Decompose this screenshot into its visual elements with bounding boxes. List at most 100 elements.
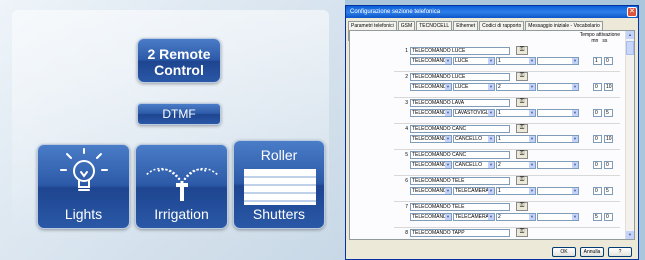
- tab-bar: Parametri telefonici GSM TECNOCELL Ethernet…: [348, 20, 636, 41]
- feature-panel: 2 Remote Control DTMF Lights Irrigation …: [0, 0, 345, 260]
- cancel-button[interactable]: Annulla: [580, 247, 604, 257]
- seconds-input[interactable]: 5: [604, 109, 613, 117]
- tab-gsm[interactable]: GSM: [397, 21, 416, 30]
- minutes-input[interactable]: 5: [593, 213, 602, 221]
- tab-parametri-telefonici[interactable]: Parametri telefonici: [348, 21, 397, 30]
- remote-type-select[interactable]: TELECOMANDO: [410, 187, 452, 195]
- remote-type-select[interactable]: TELECOMANDO: [410, 239, 452, 240]
- remote-extra-select[interactable]: [537, 239, 579, 240]
- remote-target-select[interactable]: CANCELLO: [453, 135, 495, 143]
- remote-control-label-line1: 2 Remote: [147, 46, 211, 62]
- shutters-button[interactable]: Roller Shutters: [233, 140, 325, 229]
- remote-index-select[interactable]: 1: [496, 239, 536, 240]
- dtmf-button[interactable]: DTMF: [137, 103, 221, 125]
- remote-name-input[interactable]: TELECOMANDO CANC: [410, 151, 510, 159]
- tab-codici-di-rapporto[interactable]: Codici di rapporto: [479, 21, 525, 30]
- remote-target-select[interactable]: TELECAMERA: [453, 187, 495, 195]
- minutes-input[interactable]: 4: [593, 239, 602, 240]
- remote-type-select[interactable]: TELECOMANDO: [410, 135, 452, 143]
- remote-extra-select[interactable]: [537, 213, 579, 221]
- key-icon[interactable]: ⚿: [516, 46, 528, 55]
- minutes-input[interactable]: 0: [593, 135, 602, 143]
- lights-button[interactable]: Lights: [37, 144, 130, 229]
- seconds-input[interactable]: 10: [604, 135, 613, 143]
- remote-number: 7: [405, 204, 408, 210]
- help-button[interactable]: ?: [608, 247, 632, 257]
- remote-extra-select[interactable]: [537, 57, 579, 65]
- minutes-input[interactable]: 1: [593, 57, 602, 65]
- remote-control-button[interactable]: 2 Remote Control: [137, 38, 221, 83]
- remote-index-select[interactable]: 2: [496, 213, 536, 221]
- light-bulb-icon: [60, 148, 108, 191]
- irrigation-button[interactable]: Irrigation: [135, 144, 228, 229]
- remote-target-select[interactable]: LUCE: [453, 57, 495, 65]
- remote-index-select[interactable]: 1: [496, 187, 536, 195]
- remote-target-select[interactable]: TAPPARELLA: [453, 239, 495, 240]
- dialog-titlebar[interactable]: Configurazione sezione telefonica ✕: [346, 6, 638, 18]
- remote-index-select[interactable]: 1: [496, 57, 536, 65]
- remote-target-select[interactable]: LUCE: [453, 83, 495, 91]
- remote-extra-select[interactable]: [537, 161, 579, 169]
- scroll-down-icon[interactable]: ▼: [626, 231, 634, 239]
- key-icon[interactable]: ⚿: [516, 150, 528, 159]
- close-icon[interactable]: ✕: [627, 7, 637, 17]
- key-icon[interactable]: ⚿: [516, 72, 528, 81]
- activation-time-header: Tempo attivazione mn ss: [580, 32, 620, 44]
- remote-name-input[interactable]: TELECOMANDO LUCE: [410, 73, 510, 81]
- tab-ethernet[interactable]: Ethernet: [453, 21, 479, 30]
- key-icon[interactable]: ⚿: [516, 124, 528, 133]
- remote-number: 2: [405, 74, 408, 80]
- remote-name-input[interactable]: TELECOMANDO TELE: [410, 203, 510, 211]
- minutes-input[interactable]: 0: [593, 109, 602, 117]
- minutes-input[interactable]: 0: [593, 187, 602, 195]
- scrollbar-thumb[interactable]: [626, 41, 634, 55]
- seconds-input[interactable]: 5: [604, 187, 613, 195]
- remote-extra-select[interactable]: [537, 135, 579, 143]
- seconds-input[interactable]: 0: [604, 161, 613, 169]
- ok-button[interactable]: OK: [552, 247, 576, 257]
- remote-extra-select[interactable]: [537, 109, 579, 117]
- remote-name-input[interactable]: TELECOMANDO LAVA: [410, 99, 510, 107]
- remote-name-input[interactable]: TELECOMANDO TAPP: [410, 229, 510, 237]
- remote-index-select[interactable]: 1: [496, 109, 536, 117]
- key-icon[interactable]: ⚿: [516, 98, 528, 107]
- minutes-input[interactable]: 0: [593, 83, 602, 91]
- remote-extra-select[interactable]: [537, 83, 579, 91]
- key-icon[interactable]: ⚿: [516, 228, 528, 237]
- remote-type-select[interactable]: TELECOMANDO: [410, 213, 452, 221]
- remote-number: 1: [405, 48, 408, 54]
- remote-extra-select[interactable]: [537, 187, 579, 195]
- scroll-up-icon[interactable]: ▲: [626, 31, 634, 39]
- minutes-input[interactable]: 0: [593, 161, 602, 169]
- remote-index-select[interactable]: 2: [496, 161, 536, 169]
- remote-type-select[interactable]: TELECOMANDO: [410, 109, 452, 117]
- irrigation-label: Irrigation: [154, 206, 209, 222]
- seconds-input[interactable]: 10: [604, 83, 613, 91]
- remote-target-select[interactable]: LAVASTOVIGL: [453, 109, 495, 117]
- key-icon[interactable]: ⚿: [516, 176, 528, 185]
- remote-target-select[interactable]: TELECAMERA: [453, 213, 495, 221]
- key-icon[interactable]: ⚿: [516, 202, 528, 211]
- tab-messaggio-iniziale-vocabolario[interactable]: Messaggio iniziale - Vocabolario: [525, 21, 603, 30]
- minutes-column-label: mn: [591, 38, 599, 44]
- seconds-input[interactable]: 0: [604, 57, 613, 65]
- shutters-label: Shutters: [252, 206, 306, 222]
- remote-name-input[interactable]: TELECOMANDO LUCE: [410, 47, 510, 55]
- remote-name-input[interactable]: TELECOMANDO CANC: [410, 125, 510, 133]
- remote-type-select[interactable]: TELECOMANDO: [410, 161, 452, 169]
- remote-name-input[interactable]: TELECOMANDO TELE: [410, 177, 510, 185]
- seconds-input[interactable]: 0: [604, 213, 613, 221]
- remote-target-select[interactable]: CANCELLO: [453, 161, 495, 169]
- remote-type-select[interactable]: TELECOMANDO: [410, 57, 452, 65]
- remote-index-select[interactable]: 1: [496, 135, 536, 143]
- remote-index-select[interactable]: 2: [496, 83, 536, 91]
- remote-number: 8: [405, 230, 408, 236]
- remote-control-label: 2 Remote Control: [138, 39, 220, 78]
- tab-tecnocell[interactable]: TECNOCELL: [416, 21, 453, 30]
- dtmf-label: DTMF: [162, 107, 196, 121]
- remote-number: 5: [405, 152, 408, 158]
- remote-type-select[interactable]: TELECOMANDO: [410, 83, 452, 91]
- vertical-scrollbar[interactable]: ▲ ▼: [625, 31, 634, 239]
- remote-number: 4: [405, 126, 408, 132]
- seconds-input[interactable]: 0: [604, 239, 613, 240]
